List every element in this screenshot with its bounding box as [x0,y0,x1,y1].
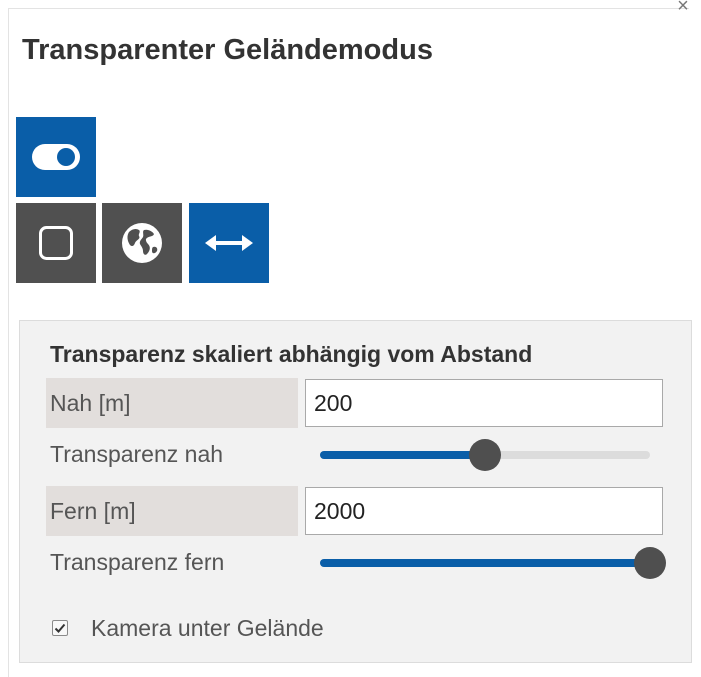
slider-thumb[interactable] [469,439,501,471]
terrain-transparency-panel: × Transparenter Geländemodus Transparenz… [0,0,701,677]
near-transparency-label: Transparenz nah [50,441,224,467]
toggle-transparency-button[interactable] [16,117,96,197]
distance-settings-card: Transparenz skaliert abhängig vom Abstan… [19,320,692,663]
mode-button-distance[interactable] [189,203,269,283]
camera-below-terrain-label: Kamera unter Gelände [91,614,324,641]
globe-icon [122,223,162,263]
toggle-switch-icon [32,144,80,170]
near-label: Nah [m] [46,378,298,428]
panel-left-border [8,8,9,677]
slider-thumb[interactable] [634,547,666,579]
mode-button-globe[interactable] [102,203,182,283]
far-transparency-label: Transparenz fern [50,549,225,575]
slider-fill [320,559,650,567]
far-label: Fern [m] [46,486,298,536]
near-distance-input[interactable] [305,379,663,427]
far-distance-input[interactable] [305,487,663,535]
square-outline-icon [39,226,73,260]
settings-heading: Transparenz skaliert abhängig vom Abstan… [50,341,533,367]
slider-fill [320,451,485,459]
left-right-arrow-icon [205,235,253,251]
camera-below-terrain-checkbox[interactable] [52,620,68,636]
panel-title: Transparenter Geländemodus [22,34,433,66]
close-icon[interactable]: × [673,0,693,16]
panel-top-border [8,8,689,9]
camera-below-terrain-option[interactable]: Kamera unter Gelände [52,611,324,645]
mode-button-opaque[interactable] [16,203,96,283]
checkmark-icon [54,623,66,633]
near-transparency-slider[interactable] [320,438,650,472]
far-transparency-slider[interactable] [320,546,666,580]
